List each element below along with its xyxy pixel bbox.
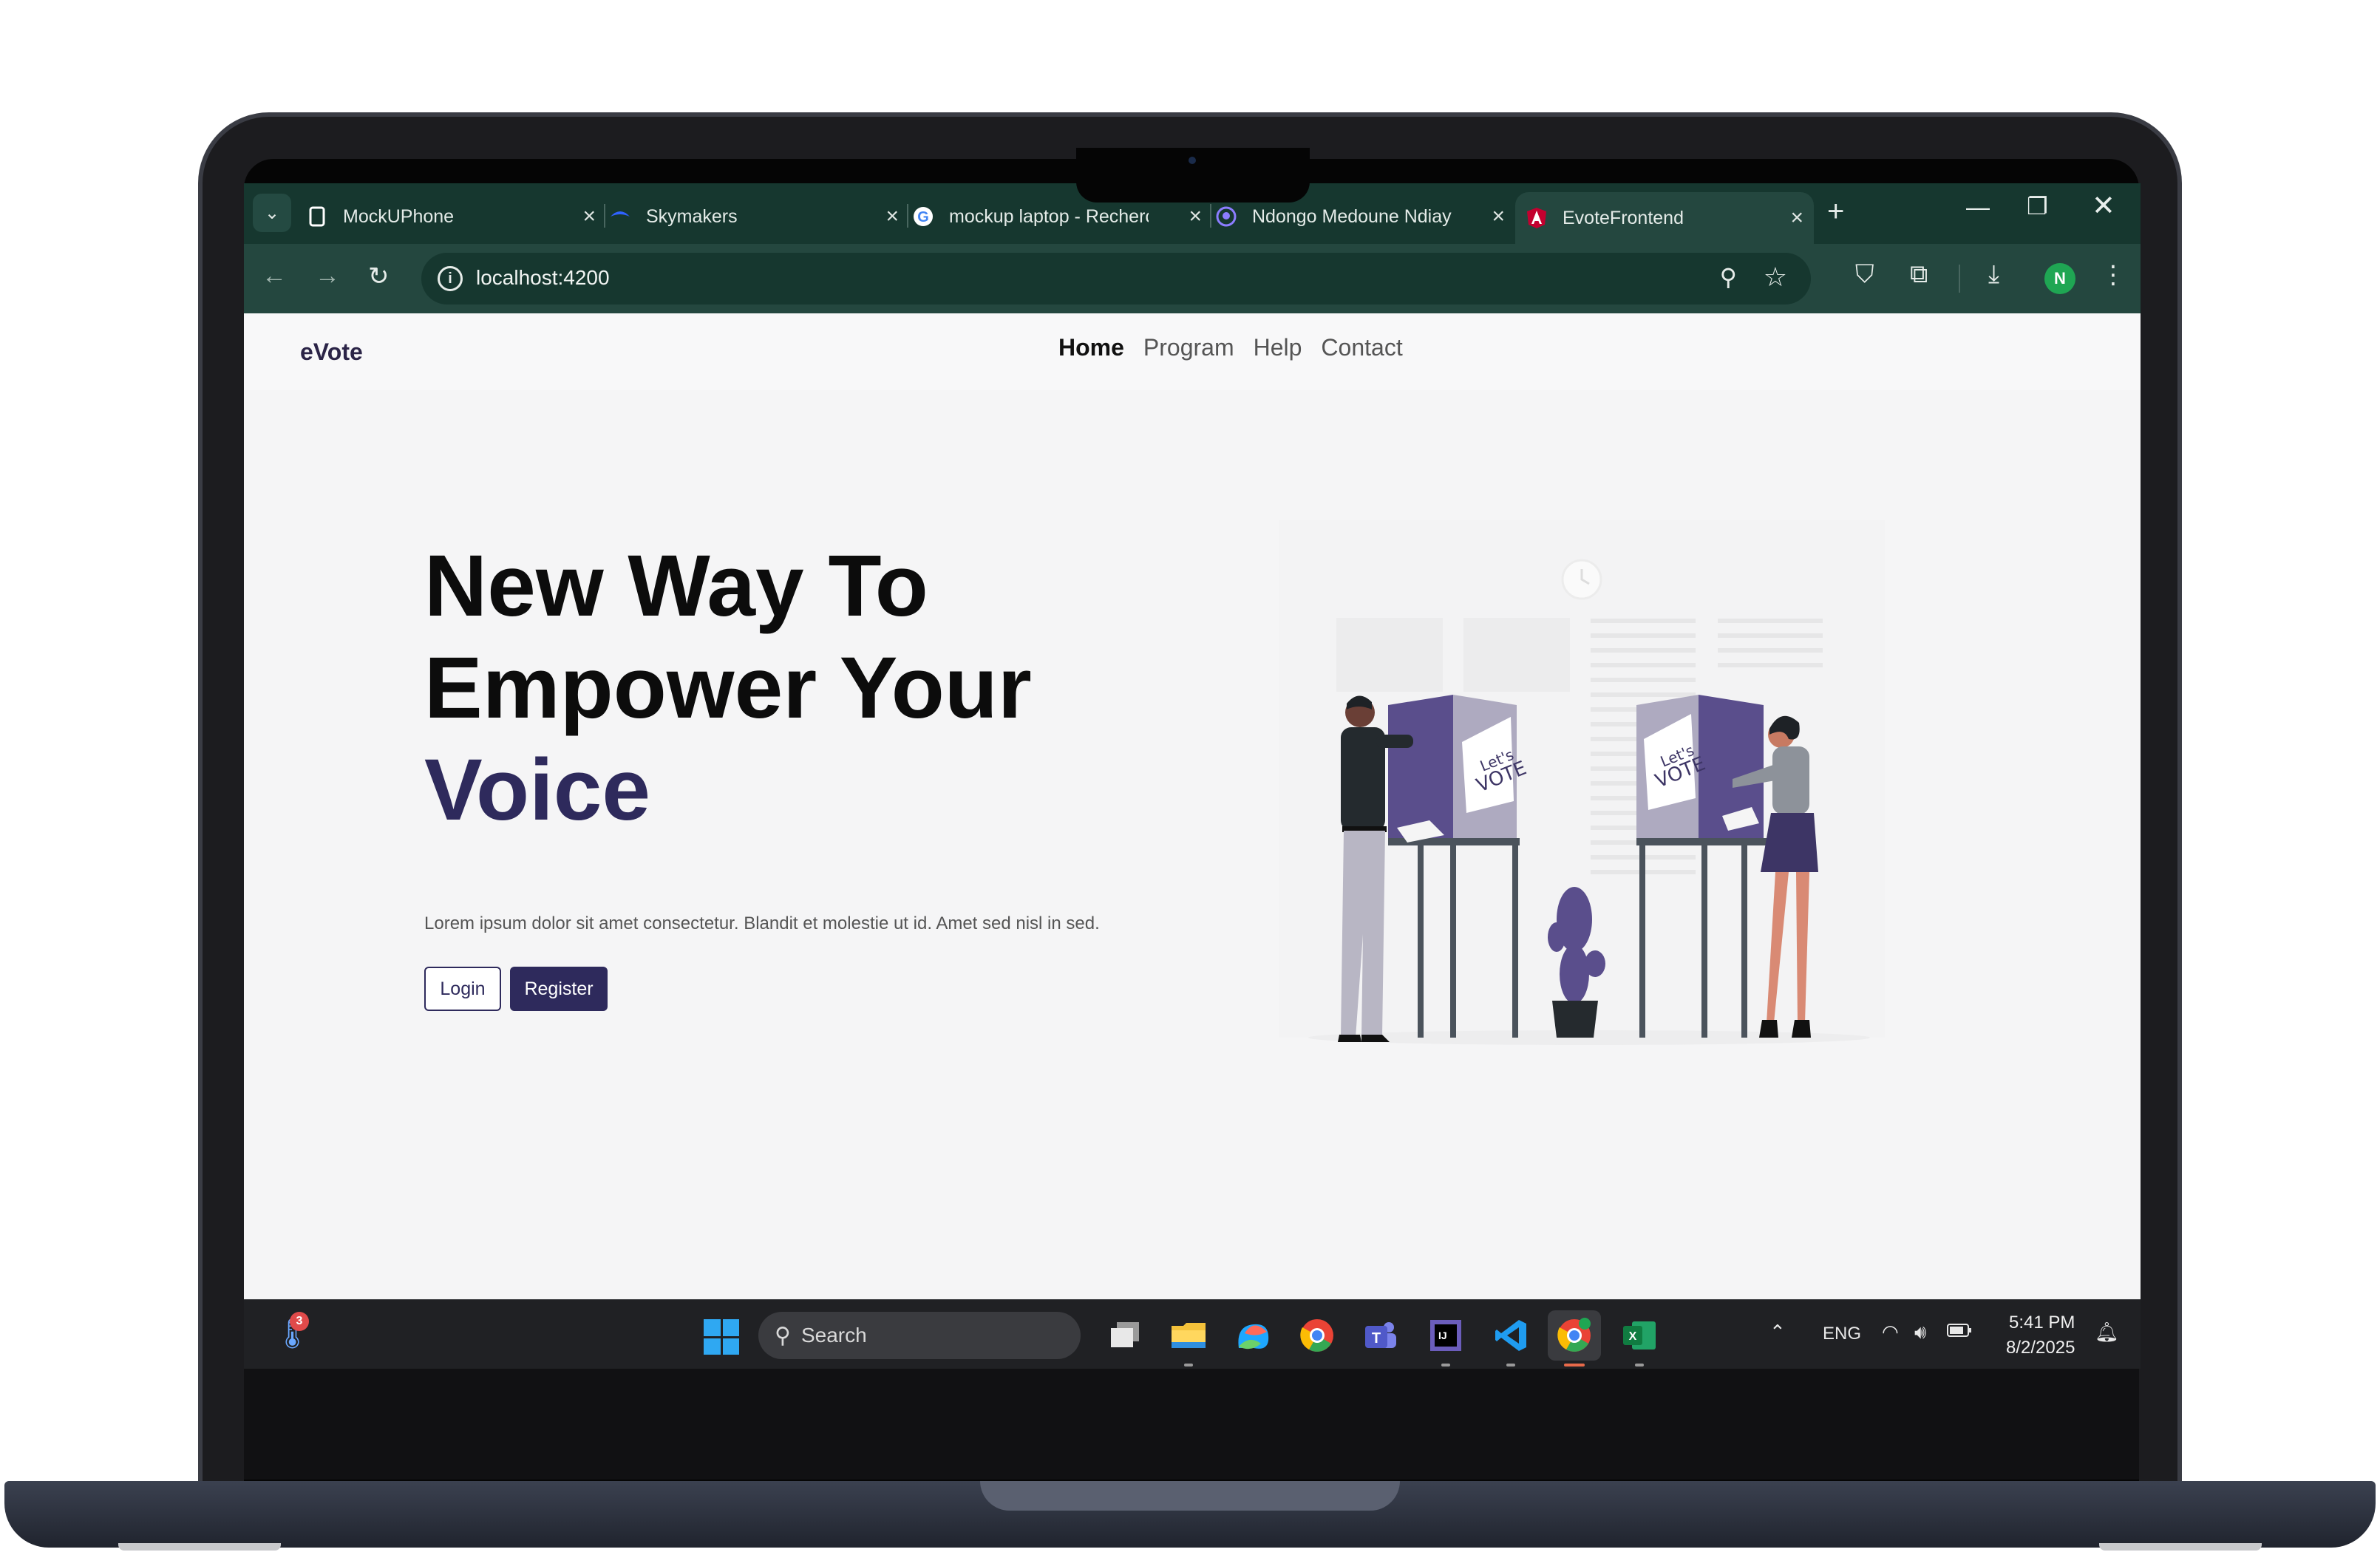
reload-icon[interactable]: ↻: [368, 262, 390, 291]
toolbar-separator: [1959, 265, 1960, 293]
forward-arrow-icon[interactable]: →: [315, 262, 340, 290]
tab-label: Skymakers: [646, 205, 738, 227]
svg-text:X: X: [1629, 1330, 1637, 1343]
hero-title-accent: Voice: [424, 741, 651, 839]
zoom-icon[interactable]: ⚲: [1720, 263, 1737, 291]
window-close-icon[interactable]: ✕: [2092, 189, 2115, 222]
nav-program[interactable]: Program: [1143, 334, 1234, 361]
login-button[interactable]: Login: [424, 967, 501, 1011]
nav-contact[interactable]: Contact: [1321, 334, 1402, 361]
restore-icon[interactable]: ❐: [2027, 192, 2048, 220]
clock-time: 5:41 PM: [2009, 1313, 2075, 1333]
tab-skymakers[interactable]: Skymakers ×: [609, 195, 905, 238]
svg-text:G: G: [917, 209, 929, 225]
system-clock[interactable]: 5:41 PM 8/2/2025: [2006, 1310, 2075, 1361]
close-icon[interactable]: ×: [1492, 204, 1505, 229]
laptop-chin: [244, 1369, 2139, 1480]
address-bar[interactable]: i localhost:4200 ⚲ ☆: [421, 253, 1811, 304]
tab-evote-frontend[interactable]: EvoteFrontend ×: [1515, 192, 1814, 244]
notification-bell-icon[interactable]: 🔔︎: [2095, 1321, 2119, 1344]
web-page: eVote Home Program Help Contact New Way …: [244, 313, 2141, 1299]
chrome-icon[interactable]: [1298, 1316, 1336, 1355]
site-info-icon[interactable]: i: [438, 266, 463, 291]
excel-icon[interactable]: X: [1620, 1316, 1659, 1355]
clock-date: 8/2/2025: [2006, 1338, 2075, 1358]
extensions-puzzle-icon[interactable]: ⧉: [1910, 260, 1928, 289]
profile-avatar[interactable]: N: [2044, 263, 2075, 294]
chrome-profile-icon[interactable]: [1548, 1310, 1601, 1361]
speaker-icon[interactable]: 🔊︎: [1914, 1321, 1926, 1344]
hero-subtitle: Lorem ipsum dolor sit amet consectetur. …: [424, 913, 1100, 933]
site-navbar: eVote Home Program Help Contact: [244, 313, 2141, 390]
chevron-up-icon[interactable]: ⌃: [1769, 1321, 1786, 1344]
svg-text:T: T: [1372, 1330, 1381, 1347]
taskbar-search-box[interactable]: ⚲ Search: [758, 1312, 1081, 1359]
nav-help[interactable]: Help: [1254, 334, 1302, 361]
windows-taskbar: 🌡 3 ⚲ Search T IJ X ⌃ ENG ◠ 🔊︎ 5:41 PM 8…: [244, 1299, 2141, 1369]
svg-text:IJ: IJ: [1438, 1330, 1447, 1341]
download-icon[interactable]: ⤓: [1988, 260, 1999, 289]
laptop-base-notch: [980, 1481, 1400, 1511]
running-indicator: [1184, 1364, 1193, 1366]
laptop-foot-right: [2099, 1543, 2262, 1551]
file-explorer-icon[interactable]: [1169, 1316, 1208, 1355]
running-indicator: [1441, 1364, 1450, 1366]
laptop-foot-left: [118, 1543, 281, 1551]
google-icon: G: [912, 205, 934, 228]
tab-label: EvoteFrontend: [1563, 207, 1684, 228]
github-icon: [1215, 205, 1237, 228]
windows-start-icon[interactable]: [704, 1319, 739, 1355]
nav-links: Home Program Help Contact: [1058, 334, 1403, 361]
running-indicator: [1506, 1364, 1515, 1366]
close-icon[interactable]: ×: [1189, 204, 1202, 229]
task-view-icon[interactable]: [1106, 1316, 1144, 1355]
camera-notch: [1076, 148, 1310, 202]
browser-toolbar: ← → ↻ i localhost:4200 ⚲ ☆ ⛉ ⧉ ⤓ N ⋮: [244, 244, 2141, 313]
angular-icon: [1526, 207, 1548, 229]
register-button[interactable]: Register: [510, 967, 608, 1011]
m365-copilot-icon[interactable]: [1234, 1316, 1273, 1355]
hero-title-line1: New Way To: [424, 537, 928, 635]
close-icon[interactable]: ×: [582, 204, 596, 229]
running-indicator: [1635, 1364, 1644, 1366]
shield-extension-icon[interactable]: ⛉: [1855, 260, 1874, 289]
voting-booth-illustration: Let's VOTE Let's VOTE: [1279, 520, 1885, 1045]
tab-mockuphone[interactable]: MockUPhone ×: [306, 195, 602, 238]
wifi-icon[interactable]: ◠: [1882, 1321, 1899, 1344]
tab-search-menu-button[interactable]: ⌄: [253, 194, 291, 232]
chevron-down-icon: ⌄: [264, 202, 280, 223]
close-icon[interactable]: ×: [885, 204, 899, 229]
tab-label: MockUPhone: [343, 205, 455, 227]
minimize-icon[interactable]: —: [1966, 194, 1990, 221]
nav-home[interactable]: Home: [1058, 334, 1124, 361]
close-icon[interactable]: ×: [1790, 205, 1803, 231]
mockuphone-icon: [306, 205, 328, 228]
teams-icon[interactable]: T: [1361, 1316, 1400, 1355]
search-icon: ⚲: [775, 1323, 791, 1348]
active-indicator: [1564, 1364, 1585, 1366]
new-tab-button[interactable]: +: [1827, 195, 1844, 228]
hero-title-line2: Empower Your: [424, 639, 1032, 737]
bookmark-star-icon[interactable]: ☆: [1764, 262, 1787, 293]
tab-separator: [907, 204, 908, 228]
tab-label: Ndongo Medoune Ndiay: [1252, 205, 1452, 227]
camera-icon: [1189, 157, 1196, 164]
hero-title: New Way To Empower Your Voice: [424, 535, 1032, 841]
vscode-icon[interactable]: [1492, 1316, 1530, 1355]
skymakers-icon: [609, 205, 631, 228]
back-arrow-icon[interactable]: ←: [262, 262, 287, 290]
brand-logo[interactable]: eVote: [300, 338, 363, 366]
url-text: localhost:4200: [476, 266, 610, 289]
notification-badge: 3: [290, 1312, 309, 1331]
intellij-icon[interactable]: IJ: [1427, 1316, 1465, 1355]
tab-separator: [604, 204, 605, 228]
battery-icon[interactable]: [1947, 1321, 1972, 1344]
search-placeholder: Search: [800, 1324, 867, 1347]
language-indicator[interactable]: ENG: [1823, 1324, 1861, 1344]
more-menu-icon[interactable]: ⋮: [2101, 260, 2126, 290]
tab-label: mockup laptop - Recherc: [949, 205, 1149, 227]
tab-separator: [1210, 204, 1211, 228]
laptop-screen: ⌄ MockUPhone × Skymakers × G mockup lapt…: [244, 183, 2141, 1369]
